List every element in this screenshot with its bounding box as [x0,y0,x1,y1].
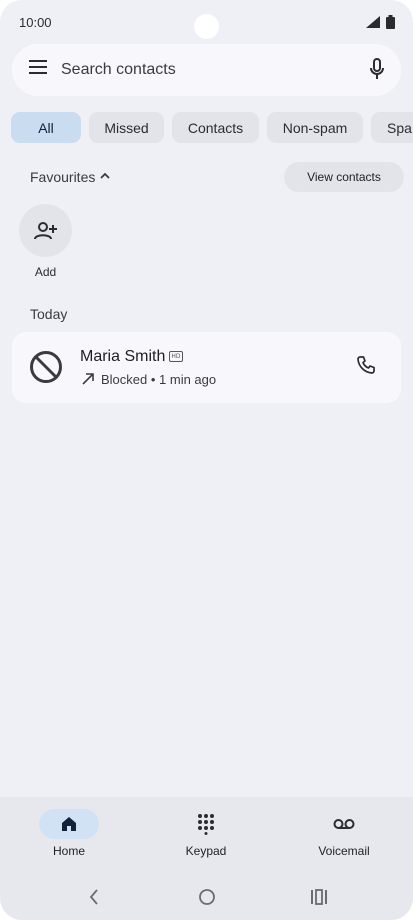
caller-name: Maria Smith [80,348,166,365]
nav-home-indicator [39,809,99,839]
nav-voicemail-label: Voicemail [318,844,370,858]
dialpad-icon [198,814,214,835]
front-camera-cutout [194,14,219,39]
call-icon[interactable] [356,355,376,375]
nav-home[interactable]: Home [19,809,119,858]
menu-icon[interactable] [29,60,47,74]
chip-spam[interactable]: Spa [371,112,413,143]
search-input[interactable]: Search contacts [61,61,176,79]
favourites-label[interactable]: Favourites [30,169,95,185]
view-contacts-button[interactable]: View contacts [284,162,404,192]
search-bar[interactable]: Search contacts [12,44,401,96]
add-favourite-button[interactable] [19,204,72,257]
phone-app-screen: 10:00 Search contacts All Missed Contact… [0,0,413,920]
blocked-icon [30,351,62,383]
microphone-icon[interactable] [370,58,384,80]
chip-all[interactable]: All [11,112,81,143]
cell-signal-icon [366,16,380,28]
hd-badge: HD [169,351,183,362]
outgoing-call-arrow-icon [82,373,94,385]
voicemail-icon [333,819,355,829]
home-icon [62,817,76,831]
add-favourite-label: Add [34,265,57,279]
add-person-icon [33,221,57,239]
home-button-icon[interactable] [198,888,216,906]
chip-missed[interactable]: Missed [89,112,164,143]
filter-chips: All Missed Contacts Non-spam Spa [0,112,413,144]
call-detail: Blocked • 1 min ago [101,372,217,387]
status-time: 10:00 [19,15,52,30]
battery-icon [386,15,395,29]
nav-home-label: Home [52,844,85,858]
system-navigation-bar [0,878,413,918]
section-header-today: Today [30,306,68,322]
nav-keypad-indicator [176,809,236,839]
back-icon[interactable] [88,888,100,906]
nav-voicemail[interactable]: Voicemail [294,809,394,858]
call-log-item[interactable]: Maria Smith HD Blocked • 1 min ago [12,332,401,403]
chip-contacts[interactable]: Contacts [172,112,259,143]
chevron-up-icon[interactable] [99,171,111,181]
nav-keypad-label: Keypad [185,844,227,858]
recents-icon[interactable] [310,888,328,906]
status-bar: 10:00 [0,0,413,44]
nav-voicemail-indicator [314,809,374,839]
nav-keypad[interactable]: Keypad [156,809,256,858]
chip-non-spam[interactable]: Non-spam [267,112,363,143]
